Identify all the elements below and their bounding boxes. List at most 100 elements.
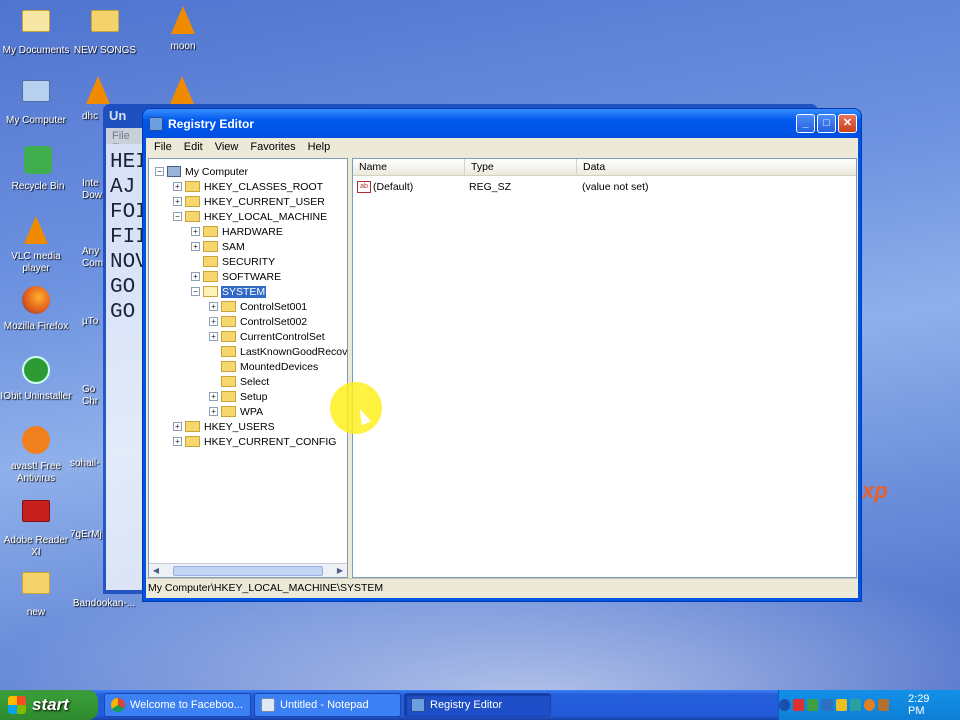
taskbar-item-notepad[interactable]: Untitled - Notepad — [254, 693, 401, 717]
tree-node-mounteddevices[interactable]: MountedDevices — [209, 359, 319, 374]
tree-node-hkey-current-user[interactable]: + HKEY_CURRENT_USER — [173, 194, 326, 209]
desktop-icon-iobit[interactable]: IObit Uninstaller — [0, 354, 72, 403]
status-bar: My Computer\HKEY_LOCAL_MACHINE\SYSTEM — [146, 578, 858, 598]
menu-view[interactable]: View — [209, 141, 245, 153]
tree-node-setup[interactable]: + Setup — [209, 389, 268, 404]
folder-open-icon — [185, 211, 200, 222]
expand-icon[interactable]: + — [191, 272, 200, 281]
title-bar[interactable]: Registry Editor _ □ ✕ — [143, 109, 861, 138]
desktop-icon-sohail[interactable]: sohail- — [70, 458, 102, 470]
tree-node-controlset002[interactable]: + ControlSet002 — [209, 314, 308, 329]
column-name[interactable]: Name — [353, 159, 465, 175]
tray-app-icon[interactable] — [849, 699, 861, 711]
tree-node-my-computer[interactable]: − My Computer — [155, 164, 249, 179]
clock[interactable]: 2:29 PM — [908, 693, 946, 717]
expand-icon[interactable]: + — [173, 197, 182, 206]
desktop-icon-google-chrome[interactable]: Go Chr — [82, 384, 104, 408]
expand-icon[interactable]: + — [191, 242, 200, 251]
tree-node-hkey-local-machine[interactable]: − HKEY_LOCAL_MACHINE — [173, 209, 328, 224]
expand-icon[interactable]: + — [209, 332, 218, 341]
start-button[interactable]: start — [0, 690, 98, 720]
expand-icon[interactable]: + — [173, 437, 182, 446]
tray-expand-icon[interactable] — [779, 699, 791, 711]
desktop-icon-bandookan[interactable]: Bandookan-... — [68, 598, 140, 610]
tree-node-select[interactable]: Select — [209, 374, 270, 389]
tree-node-hardware[interactable]: + HARDWARE — [191, 224, 284, 239]
desktop-icon-avast[interactable]: avast! Free Antivirus — [0, 424, 72, 485]
tree-node-wpa[interactable]: + WPA — [209, 404, 264, 419]
tray-app-icon[interactable] — [807, 699, 819, 711]
desktop-icon-utorrent[interactable]: µTo — [82, 316, 104, 328]
value-row[interactable]: ab (Default) REG_SZ (value not set) — [357, 181, 649, 193]
regedit-icon — [149, 116, 163, 131]
desktop-icon-firefox[interactable]: Mozilla Firefox — [0, 284, 72, 333]
tree-node-hkey-current-config[interactable]: + HKEY_CURRENT_CONFIG — [173, 434, 337, 449]
tree-node-lastknowngood[interactable]: LastKnownGoodRecove — [209, 344, 347, 359]
tree-node-sam[interactable]: + SAM — [191, 239, 246, 254]
close-button[interactable]: ✕ — [838, 114, 857, 133]
scrollbar-thumb[interactable] — [173, 566, 323, 576]
expand-icon[interactable]: + — [173, 422, 182, 431]
folder-icon — [185, 196, 200, 207]
desktop-icon-7germj[interactable]: 7gErMj — [70, 529, 102, 541]
registry-editor-window[interactable]: Registry Editor _ □ ✕ File Edit View Fav… — [142, 108, 862, 602]
desktop-icon-internet-download[interactable]: Inte Dow — [82, 150, 104, 202]
tray-app-icon[interactable] — [793, 699, 805, 711]
column-type[interactable]: Type — [465, 159, 577, 175]
collapse-icon[interactable]: − — [173, 212, 182, 221]
tray-app-icon[interactable] — [835, 699, 847, 711]
tree-horizontal-scrollbar[interactable]: ◀ ▶ — [149, 563, 347, 577]
tree-node-hkey-users[interactable]: + HKEY_USERS — [173, 419, 276, 434]
desktop-icon-my-computer[interactable]: My Computer — [0, 74, 72, 127]
menu-file[interactable]: File — [148, 141, 178, 153]
expand-icon[interactable]: + — [209, 302, 218, 311]
notepad-icon — [261, 698, 275, 712]
notepad-text-area[interactable]: HEI AJ FOI FII NOV GO GO — [106, 144, 146, 590]
expand-icon[interactable]: + — [209, 392, 218, 401]
cursor-highlight — [330, 382, 382, 434]
desktop-icon-recycle-bin[interactable]: Recycle Bin — [2, 144, 74, 193]
documents-icon — [20, 10, 52, 42]
chrome-icon — [111, 698, 125, 712]
tray-app-icon[interactable] — [877, 699, 890, 711]
notepad-menu[interactable]: File E — [106, 128, 146, 154]
tree-node-hkey-classes-root[interactable]: + HKEY_CLASSES_ROOT — [173, 179, 324, 194]
menu-edit[interactable]: Edit — [178, 141, 209, 153]
tree-node-system[interactable]: − SYSTEM — [191, 284, 267, 299]
folder-icon — [20, 572, 52, 604]
values-list-pane[interactable]: Name Type Data ab (Default) REG_SZ (valu… — [352, 158, 857, 578]
folder-icon — [221, 391, 236, 402]
collapse-icon[interactable]: − — [155, 167, 164, 176]
expand-icon[interactable]: + — [209, 407, 218, 416]
desktop-icon-new[interactable]: new — [0, 566, 72, 619]
tray-network-icon[interactable] — [821, 699, 833, 711]
menu-favorites[interactable]: Favorites — [244, 141, 301, 153]
collapse-icon[interactable]: − — [191, 287, 200, 296]
window-title: Registry Editor — [168, 116, 255, 131]
folder-icon — [203, 271, 218, 282]
desktop-icon-my-documents[interactable]: My Documents — [0, 4, 72, 57]
scroll-right-icon[interactable]: ▶ — [334, 565, 346, 577]
desktop-icon-new-songs[interactable]: NEW SONGS — [69, 4, 141, 57]
tree-node-software[interactable]: + SOFTWARE — [191, 269, 282, 284]
column-data[interactable]: Data — [577, 159, 847, 175]
key-tree-pane[interactable]: − My Computer + HKEY_CLASSES_ROOT + HKEY… — [148, 158, 348, 578]
taskbar-item-registry-editor[interactable]: Registry Editor — [404, 693, 551, 717]
scroll-left-icon[interactable]: ◀ — [150, 565, 162, 577]
desktop-icon-vlc[interactable]: VLC media player — [0, 214, 72, 275]
desktop-icon-moon[interactable]: moon — [147, 4, 219, 53]
taskbar-item-facebook[interactable]: Welcome to Faceboo... — [104, 693, 251, 717]
minimize-button[interactable]: _ — [796, 114, 815, 133]
folder-icon — [89, 10, 121, 42]
desktop-icon-any-converter[interactable]: Any Com — [82, 246, 104, 270]
menu-help[interactable]: Help — [302, 141, 337, 153]
tree-node-security[interactable]: SECURITY — [191, 254, 276, 269]
maximize-button[interactable]: □ — [817, 114, 836, 133]
expand-icon[interactable]: + — [173, 182, 182, 191]
desktop-icon-adobe-reader[interactable]: Adobe Reader XI — [0, 494, 72, 559]
tray-avast-icon[interactable] — [863, 699, 875, 711]
expand-icon[interactable]: + — [209, 317, 218, 326]
tree-node-controlset001[interactable]: + ControlSet001 — [209, 299, 308, 314]
tree-node-currentcontrolset[interactable]: + CurrentControlSet — [209, 329, 326, 344]
expand-icon[interactable]: + — [191, 227, 200, 236]
